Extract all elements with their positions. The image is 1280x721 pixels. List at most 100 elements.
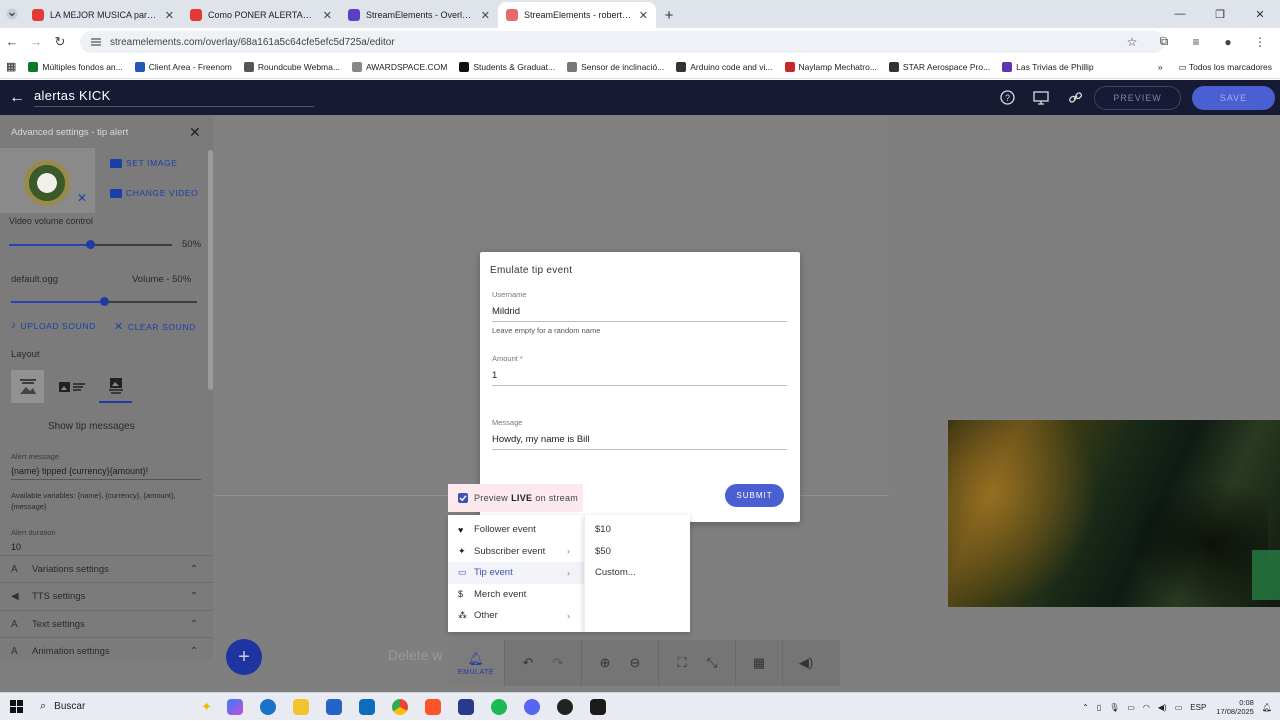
volume-tray-icon[interactable]: ◀) (1158, 703, 1167, 712)
browser-menu-icon[interactable]: ⋮ (1244, 35, 1276, 49)
brave-app[interactable] (416, 693, 449, 721)
mic-icon[interactable]: 🎙︎ (1109, 703, 1119, 712)
change-video-button[interactable]: CHANGE VIDEO (110, 188, 198, 198)
clear-sound-button[interactable]: ✕ CLEAR SOUND (114, 320, 196, 333)
username-input[interactable]: Mildrid (492, 306, 787, 322)
tray-icon-2[interactable]: ▭ (1127, 703, 1135, 712)
menu-item-other[interactable]: ⁂ Other › (448, 605, 584, 627)
zoom-in-icon[interactable]: ⊕ (590, 655, 620, 671)
slider-handle[interactable] (99, 297, 109, 306)
layout-option-overlay[interactable] (99, 370, 132, 403)
clock[interactable]: 0:08 17/08/2025 (1216, 698, 1254, 716)
redo-icon[interactable]: ↷ (543, 655, 573, 671)
apps-icon[interactable]: ▦ (0, 60, 22, 73)
tab-close-icon[interactable]: ✕ (639, 9, 648, 22)
url-bar[interactable]: streamelements.com/overlay/68a161a5c64cf… (80, 31, 1165, 53)
checkbox[interactable] (11, 421, 22, 432)
back-button[interactable]: ← (0, 28, 24, 55)
zoom-out-icon[interactable]: ⊖ (620, 655, 650, 671)
extensions-icon[interactable]: ⧉ (1148, 34, 1180, 49)
reading-list-icon[interactable]: ≡ (1180, 35, 1212, 49)
preview-button[interactable]: PREVIEW (1094, 86, 1181, 110)
remove-media-icon[interactable]: ✕ (77, 191, 87, 205)
taskbar-search[interactable]: ⌕ Buscar ✦ (32, 696, 218, 718)
forward-button[interactable]: → (24, 28, 48, 55)
tray-icon-1[interactable]: ▯ (1097, 703, 1101, 712)
upload-sound-button[interactable]: ♪ UPLOAD SOUND (11, 320, 96, 331)
menu-item-tip-event[interactable]: ▭ Tip event › (448, 562, 584, 584)
back-arrow-icon[interactable]: ← (0, 89, 34, 107)
show-tip-messages-toggle[interactable]: Show tip messages (11, 421, 135, 432)
browser-tab[interactable]: StreamElements - Overlays ✕ (340, 2, 498, 28)
restore-button[interactable]: ❐ (1200, 0, 1240, 28)
menu-item-follower-event[interactable]: ♥ Follower event (448, 519, 584, 541)
tts-settings-accordion[interactable]: ◀ TTS settings ⌃ (0, 582, 213, 609)
browser-tab[interactable]: LA MEJOR MUSICA para STI ✕ (24, 2, 182, 28)
app-blue[interactable] (449, 693, 482, 721)
alert-duration-input[interactable]: 10 (11, 542, 201, 552)
reload-button[interactable]: ↻ (48, 28, 72, 55)
notifications-icon[interactable]: 🔔︎ (1262, 703, 1272, 712)
bookmark-item[interactable]: Sensor de inclinació... (561, 61, 670, 72)
emulate-button[interactable]: 🔔︎ EMULATE (448, 640, 504, 686)
sound-volume-slider[interactable] (11, 297, 197, 306)
alert-message-input[interactable]: {name} tipped {currency}{amount}! (11, 466, 201, 480)
tab-search-button[interactable] (0, 0, 24, 28)
preview-live-toggle[interactable]: Preview LIVE on stream (448, 484, 583, 512)
save-button[interactable]: SAVE (1192, 86, 1275, 110)
animation-settings-accordion[interactable]: A Animation settings ⌃ (0, 637, 213, 660)
message-input[interactable]: Howdy, my name is Bill (492, 434, 787, 450)
video-volume-slider[interactable] (9, 240, 172, 249)
spotify-app[interactable] (482, 693, 515, 721)
panel-scrollbar[interactable] (208, 150, 213, 390)
checkbox-checked-icon[interactable] (458, 493, 468, 503)
add-widget-button[interactable]: + (226, 639, 262, 675)
shrink-icon[interactable]: ⤡ (697, 655, 727, 671)
monitor-icon[interactable] (1024, 90, 1058, 105)
text-settings-accordion[interactable]: A Text settings ⌃ (0, 610, 213, 637)
close-window-button[interactable]: ✕ (1240, 0, 1280, 28)
discord-app[interactable] (515, 693, 548, 721)
terminal-app[interactable] (581, 693, 614, 721)
tab-close-icon[interactable]: ✕ (165, 9, 174, 22)
help-icon[interactable]: ? (990, 90, 1024, 105)
layout-option-top[interactable] (11, 370, 44, 403)
variations-settings-accordion[interactable]: A Variations settings ⌃ (0, 555, 213, 582)
all-bookmarks-folder[interactable]: ▭ Todos los marcadores (1179, 62, 1272, 73)
submit-button[interactable]: SUBMIT (725, 484, 784, 507)
minimize-button[interactable]: — (1160, 0, 1200, 28)
bookmark-star-icon[interactable]: ☆ (1116, 35, 1148, 49)
site-settings-icon[interactable] (90, 37, 102, 47)
overlay-title[interactable]: alertas KICK (34, 88, 314, 107)
chrome-app[interactable] (383, 693, 416, 721)
store-app[interactable] (317, 693, 350, 721)
menu-item-merch-event[interactable]: $ Merch event (448, 584, 584, 606)
bookmark-item[interactable]: Múltiples fondos an... (22, 61, 128, 72)
undo-icon[interactable]: ↶ (513, 655, 543, 671)
copilot-app[interactable] (218, 693, 251, 721)
outlook-app[interactable] (350, 693, 383, 721)
volume-icon[interactable]: ◀) (791, 655, 821, 671)
new-tab-button[interactable]: + (656, 2, 682, 28)
obs-app[interactable] (548, 693, 581, 721)
bookmark-item[interactable]: STAR Aerospace Pro... (883, 61, 996, 72)
menu-item-subscriber-event[interactable]: ✦ Subscriber event › (448, 541, 584, 563)
tray-chevron-icon[interactable]: ⌃ (1082, 703, 1089, 712)
grid-icon[interactable]: ▦ (744, 655, 774, 671)
bookmark-item[interactable]: Client Area - Freenom (129, 61, 238, 72)
alert-media-thumbnail[interactable]: ✕ (0, 148, 95, 213)
set-image-button[interactable]: SET IMAGE (110, 158, 178, 168)
bookmark-item[interactable]: Students & Graduat... (453, 61, 561, 72)
file-explorer-app[interactable] (284, 693, 317, 721)
edge-app[interactable] (251, 693, 284, 721)
browser-tab[interactable]: Como PONER ALERTAS de KICK ✕ (182, 2, 340, 28)
battery-icon[interactable]: ▭ (1175, 703, 1183, 712)
tip-amount-option[interactable]: $50 (585, 541, 690, 563)
link-icon[interactable] (1058, 90, 1092, 105)
fullscreen-icon[interactable]: ⛶ (667, 655, 697, 671)
tip-amount-option[interactable]: Custom... (585, 562, 690, 584)
layout-option-side[interactable] (55, 370, 88, 403)
bookmark-item[interactable]: Las Trivias de Phillip (996, 61, 1099, 72)
wifi-icon[interactable]: ◠ (1143, 703, 1150, 712)
close-icon[interactable]: ✕ (189, 124, 201, 141)
